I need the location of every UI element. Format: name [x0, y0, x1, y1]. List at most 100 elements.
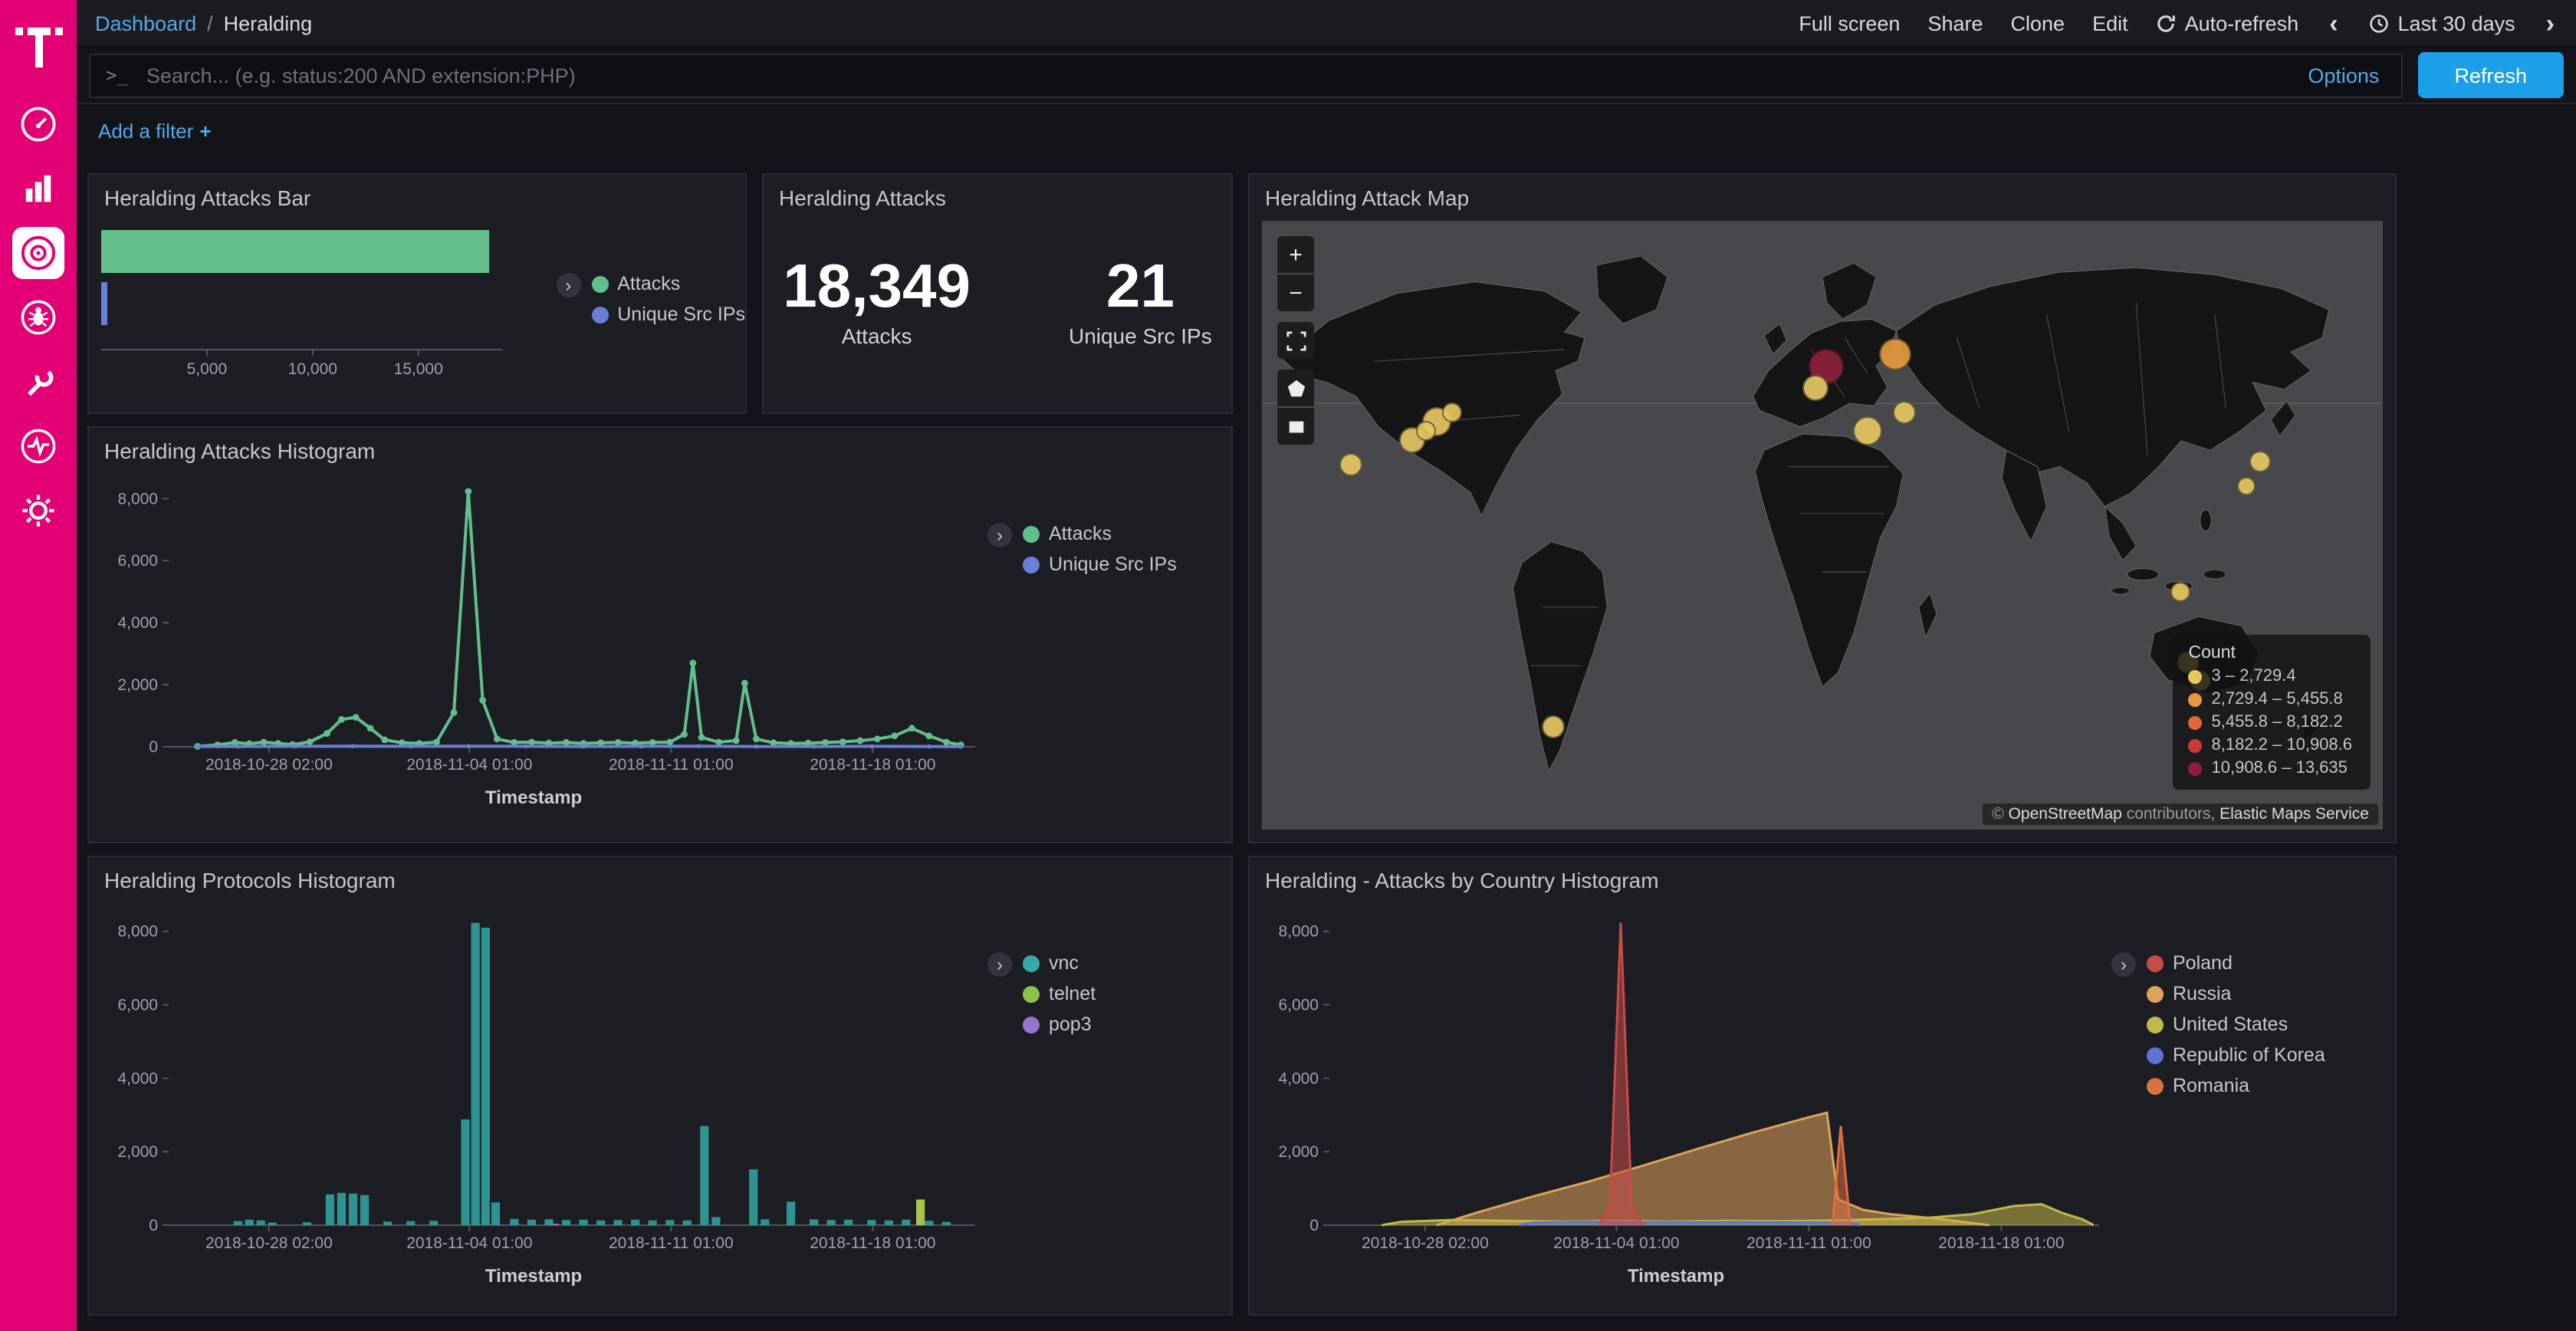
legend-item[interactable]: Republic of Korea	[2147, 1044, 2325, 1066]
country-area-chart[interactable]: 02,0004,0006,0008,0002018-10-28 02:00201…	[1259, 897, 2111, 1265]
chart-legend: › Poland Russia United States Republic of K…	[2111, 897, 2325, 1096]
zoom-out-button[interactable]: −	[1277, 274, 1314, 311]
svg-text:2018-11-18 01:00: 2018-11-18 01:00	[810, 756, 935, 774]
map-marker	[1542, 715, 1565, 738]
search-box: >_ Options	[89, 53, 2402, 97]
svg-text:2018-11-18 01:00: 2018-11-18 01:00	[810, 1234, 935, 1252]
time-back-chevron-icon[interactable]: ‹	[2326, 10, 2341, 36]
sidebar-item-settings[interactable]	[12, 485, 64, 537]
nav-action-button[interactable]: Share	[1927, 12, 1983, 35]
nav-action-button[interactable]: Clone	[2011, 12, 2065, 35]
svg-text:2018-10-28 02:00: 2018-10-28 02:00	[205, 756, 333, 774]
map-legend-row: 5,455.8 – 8,182.2	[2189, 713, 2353, 731]
sidebar-item-dashboard[interactable]	[12, 98, 64, 150]
search-input[interactable]	[143, 62, 2308, 88]
refresh-button[interactable]: Refresh	[2417, 52, 2564, 98]
sidebar-item-health[interactable]	[12, 420, 64, 472]
map-marker	[1893, 401, 1916, 424]
sidebar-item-tools[interactable]	[12, 356, 64, 408]
panel-title: Heralding - Attacks by Country Histogram	[1250, 857, 2395, 897]
polygon-filter-button[interactable]	[1277, 370, 1314, 406]
panel-heralding-attacks-bar: Heralding Attacks Bar 5,00010,00015,000 …	[87, 173, 747, 414]
auto-refresh-button[interactable]: Auto-refresh	[2156, 12, 2299, 35]
nav-action-button[interactable]: Edit	[2092, 12, 2128, 35]
map-legend-row: 10,908.6 – 13,635	[2189, 759, 2353, 777]
sidebar-item-attack-map[interactable]	[12, 227, 64, 279]
breadcrumb-dashboard-link[interactable]: Dashboard	[95, 12, 196, 35]
svg-text:0: 0	[149, 1217, 158, 1234]
plus-icon: +	[199, 119, 211, 142]
tpot-kibana-dashboard: Dashboard / Heralding Full screenShareCl…	[0, 0, 2576, 1331]
ems-link[interactable]: Elastic Maps Service	[2220, 805, 2369, 823]
sidebar-nav	[12, 98, 64, 537]
map-marker	[1879, 339, 1911, 371]
nav-action-button[interactable]: Full screen	[1799, 12, 1900, 35]
legend-item[interactable]: Attacks	[591, 273, 745, 294]
panel-heralding-protocols-histogram: Heralding Protocols Histogram 02,0004,00…	[87, 856, 1233, 1316]
panel-heralding-attacks-histogram: Heralding Attacks Histogram 02,0004,0006…	[87, 426, 1233, 843]
attacks-line-chart[interactable]: 02,0004,0006,0008,0002018-10-28 02:00201…	[98, 468, 987, 787]
legend-collapse-icon[interactable]: ›	[2111, 952, 2136, 977]
panel-title: Heralding Attack Map	[1250, 175, 2395, 215]
map-legend-row: 8,182.2 – 10,908.6	[2189, 736, 2353, 754]
svg-text:4,000: 4,000	[117, 1070, 158, 1087]
svg-text:4,000: 4,000	[117, 614, 158, 632]
polygon-tool-icon	[1286, 378, 1306, 398]
metric-value: 21	[1069, 255, 1212, 319]
protocols-bar-chart[interactable]: 02,0004,0006,0008,0002018-10-28 02:00201…	[98, 897, 987, 1265]
metric-label: Unique Src IPs	[1069, 324, 1212, 348]
legend-collapse-icon[interactable]: ›	[987, 952, 1012, 977]
map-legend-row: 3 – 2,729.4	[2189, 667, 2353, 685]
legend-items: vnc telnet pop3	[1023, 952, 1096, 1035]
panel-title: Heralding Attacks Histogram	[89, 428, 1231, 468]
attacks-bar-chart[interactable]: 5,00010,00015,000	[98, 215, 556, 393]
legend-item[interactable]: Romania	[2147, 1075, 2325, 1096]
search-options-link[interactable]: Options	[2308, 64, 2379, 87]
svg-text:2018-11-11 01:00: 2018-11-11 01:00	[609, 1234, 734, 1252]
legend-item[interactable]: vnc	[1023, 952, 1096, 974]
time-forward-chevron-icon[interactable]: ›	[2543, 10, 2558, 36]
map-attribution: © OpenStreetMap contributors, Elastic Ma…	[1983, 804, 2378, 825]
rectangle-filter-button[interactable]	[1277, 408, 1314, 445]
legend-item[interactable]: telnet	[1023, 983, 1096, 1004]
svg-text:2018-10-28 02:00: 2018-10-28 02:00	[205, 1234, 333, 1252]
add-filter-link[interactable]: Add a filter+	[98, 119, 212, 142]
osm-link[interactable]: OpenStreetMap	[2009, 805, 2122, 823]
search-bar-row: >_ Options Refresh	[77, 48, 2576, 104]
legend-collapse-icon[interactable]: ›	[987, 523, 1012, 547]
map-controls: + −	[1277, 236, 1314, 445]
legend-item[interactable]: United States	[2147, 1014, 2325, 1035]
legend-items: Attacks Unique Src IPs	[591, 273, 745, 325]
sidebar-item-bug[interactable]	[12, 291, 64, 343]
legend-item[interactable]: pop3	[1023, 1014, 1096, 1035]
sidebar-item-analytics[interactable]	[12, 163, 64, 215]
panel-heralding-attacks-by-country: Heralding - Attacks by Country Histogram…	[1248, 856, 2397, 1316]
terminal-prompt-icon: >_	[106, 64, 128, 86]
x-axis-label: Timestamp	[89, 1265, 978, 1287]
panel-title: Heralding Attacks Bar	[89, 175, 745, 215]
nav-action-list: Full screen Share Clone Edit	[1799, 12, 2128, 35]
gear-icon	[18, 491, 58, 531]
telekom-logo[interactable]	[15, 15, 62, 64]
legend-item[interactable]: Russia	[2147, 983, 2325, 1004]
legend-item[interactable]: Unique Src IPs	[1023, 554, 1177, 575]
legend-item[interactable]: Poland	[2147, 952, 2325, 974]
fit-bounds-button[interactable]	[1277, 322, 1314, 359]
world-map[interactable]: + −	[1262, 221, 2383, 830]
legend-item[interactable]: Attacks	[1023, 523, 1177, 544]
svg-text:8,000: 8,000	[1278, 923, 1319, 941]
refresh-arrow-icon	[2156, 13, 2176, 33]
map-marker	[1852, 416, 1881, 445]
target-icon	[18, 233, 58, 273]
time-range-picker[interactable]: Last 30 days	[2369, 12, 2515, 35]
auto-refresh-label: Auto-refresh	[2185, 12, 2299, 35]
dashboard-grid: Heralding Attacks Bar 5,00010,00015,000 …	[77, 153, 2576, 1331]
svg-text:8,000: 8,000	[117, 923, 158, 941]
logo-dot-right	[54, 28, 62, 35]
zoom-in-button[interactable]: +	[1277, 236, 1314, 273]
rectangle-tool-icon	[1286, 416, 1306, 436]
svg-text:2,000: 2,000	[117, 676, 158, 694]
legend-collapse-icon[interactable]: ›	[556, 273, 580, 297]
legend-item[interactable]: Unique Src IPs	[591, 304, 745, 325]
svg-text:2018-11-11 01:00: 2018-11-11 01:00	[609, 756, 734, 774]
